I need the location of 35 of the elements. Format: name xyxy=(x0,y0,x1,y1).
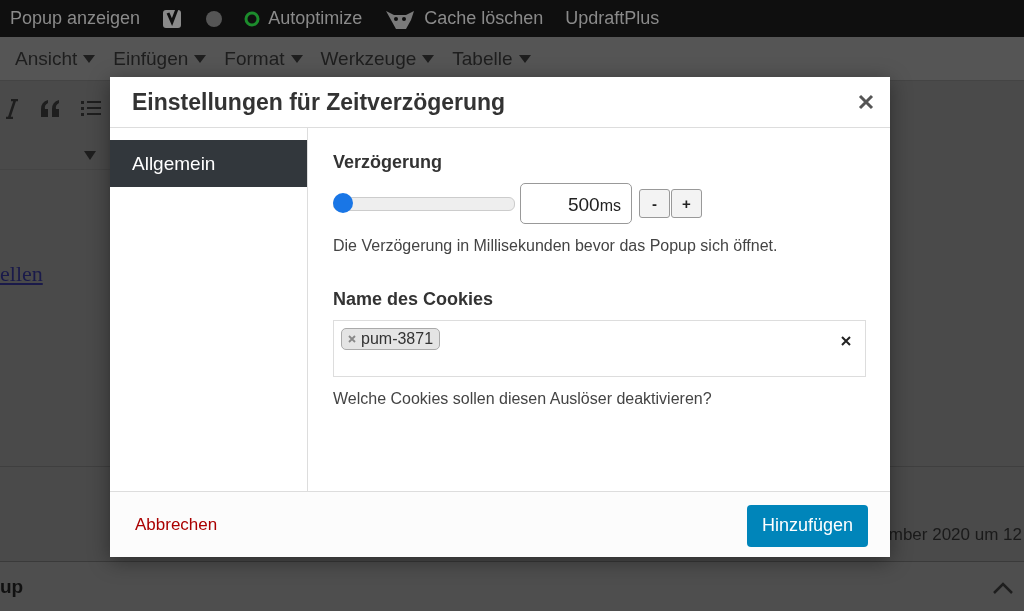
chevron-up-icon[interactable] xyxy=(992,580,1014,594)
caret-down-icon[interactable] xyxy=(84,151,96,160)
remove-icon[interactable] xyxy=(348,335,356,343)
caret-down-icon xyxy=(290,54,303,63)
cancel-link[interactable]: Abbrechen xyxy=(135,514,218,535)
field-description: Welche Cookies sollen diesen Auslöser deaktivieren? xyxy=(333,389,713,409)
clear-icon[interactable] xyxy=(841,336,851,346)
admin-bar-link[interactable]: UpdraftPlus xyxy=(565,8,660,29)
status-dot-icon[interactable] xyxy=(206,10,223,27)
field-label: Name des Cookies xyxy=(333,289,495,310)
delay-slider[interactable] xyxy=(333,196,515,211)
field-label: Verzögerung xyxy=(333,152,444,173)
plus-button[interactable]: + xyxy=(671,189,702,218)
admin-bar-link[interactable]: Autoptimize xyxy=(268,8,363,29)
caret-down-icon xyxy=(518,54,531,63)
caret-down-icon xyxy=(422,54,435,63)
italic-icon[interactable] xyxy=(5,99,19,119)
cookie-select-field[interactable]: pum-3871 xyxy=(333,320,866,377)
add-button[interactable]: Hinzufügen xyxy=(746,504,868,547)
field-description: Die Verzögerung in Millisekunden bevor das Popup sich öffnet. xyxy=(333,236,779,256)
delay-input[interactable]: 500ms xyxy=(520,183,632,224)
caret-down-icon xyxy=(83,54,96,63)
meta-box-title: up xyxy=(0,576,24,598)
slider-thumb[interactable] xyxy=(333,192,353,213)
admin-bar-link[interactable]: Cache löschen xyxy=(424,8,544,29)
quote-icon[interactable] xyxy=(39,99,61,117)
caret-down-icon xyxy=(194,54,207,63)
ring-icon xyxy=(244,10,261,27)
minus-button[interactable]: - xyxy=(639,189,670,218)
cookie-tag: pum-3871 xyxy=(341,328,441,350)
list-icon[interactable] xyxy=(81,99,101,117)
dialog-title: Einstellungen für Zeitverzögerung xyxy=(132,88,506,116)
admin-bar-link[interactable]: Popup anzeigen xyxy=(10,8,141,29)
sidebar-tab[interactable]: Allgemein xyxy=(110,140,307,187)
close-icon[interactable] xyxy=(858,94,874,110)
